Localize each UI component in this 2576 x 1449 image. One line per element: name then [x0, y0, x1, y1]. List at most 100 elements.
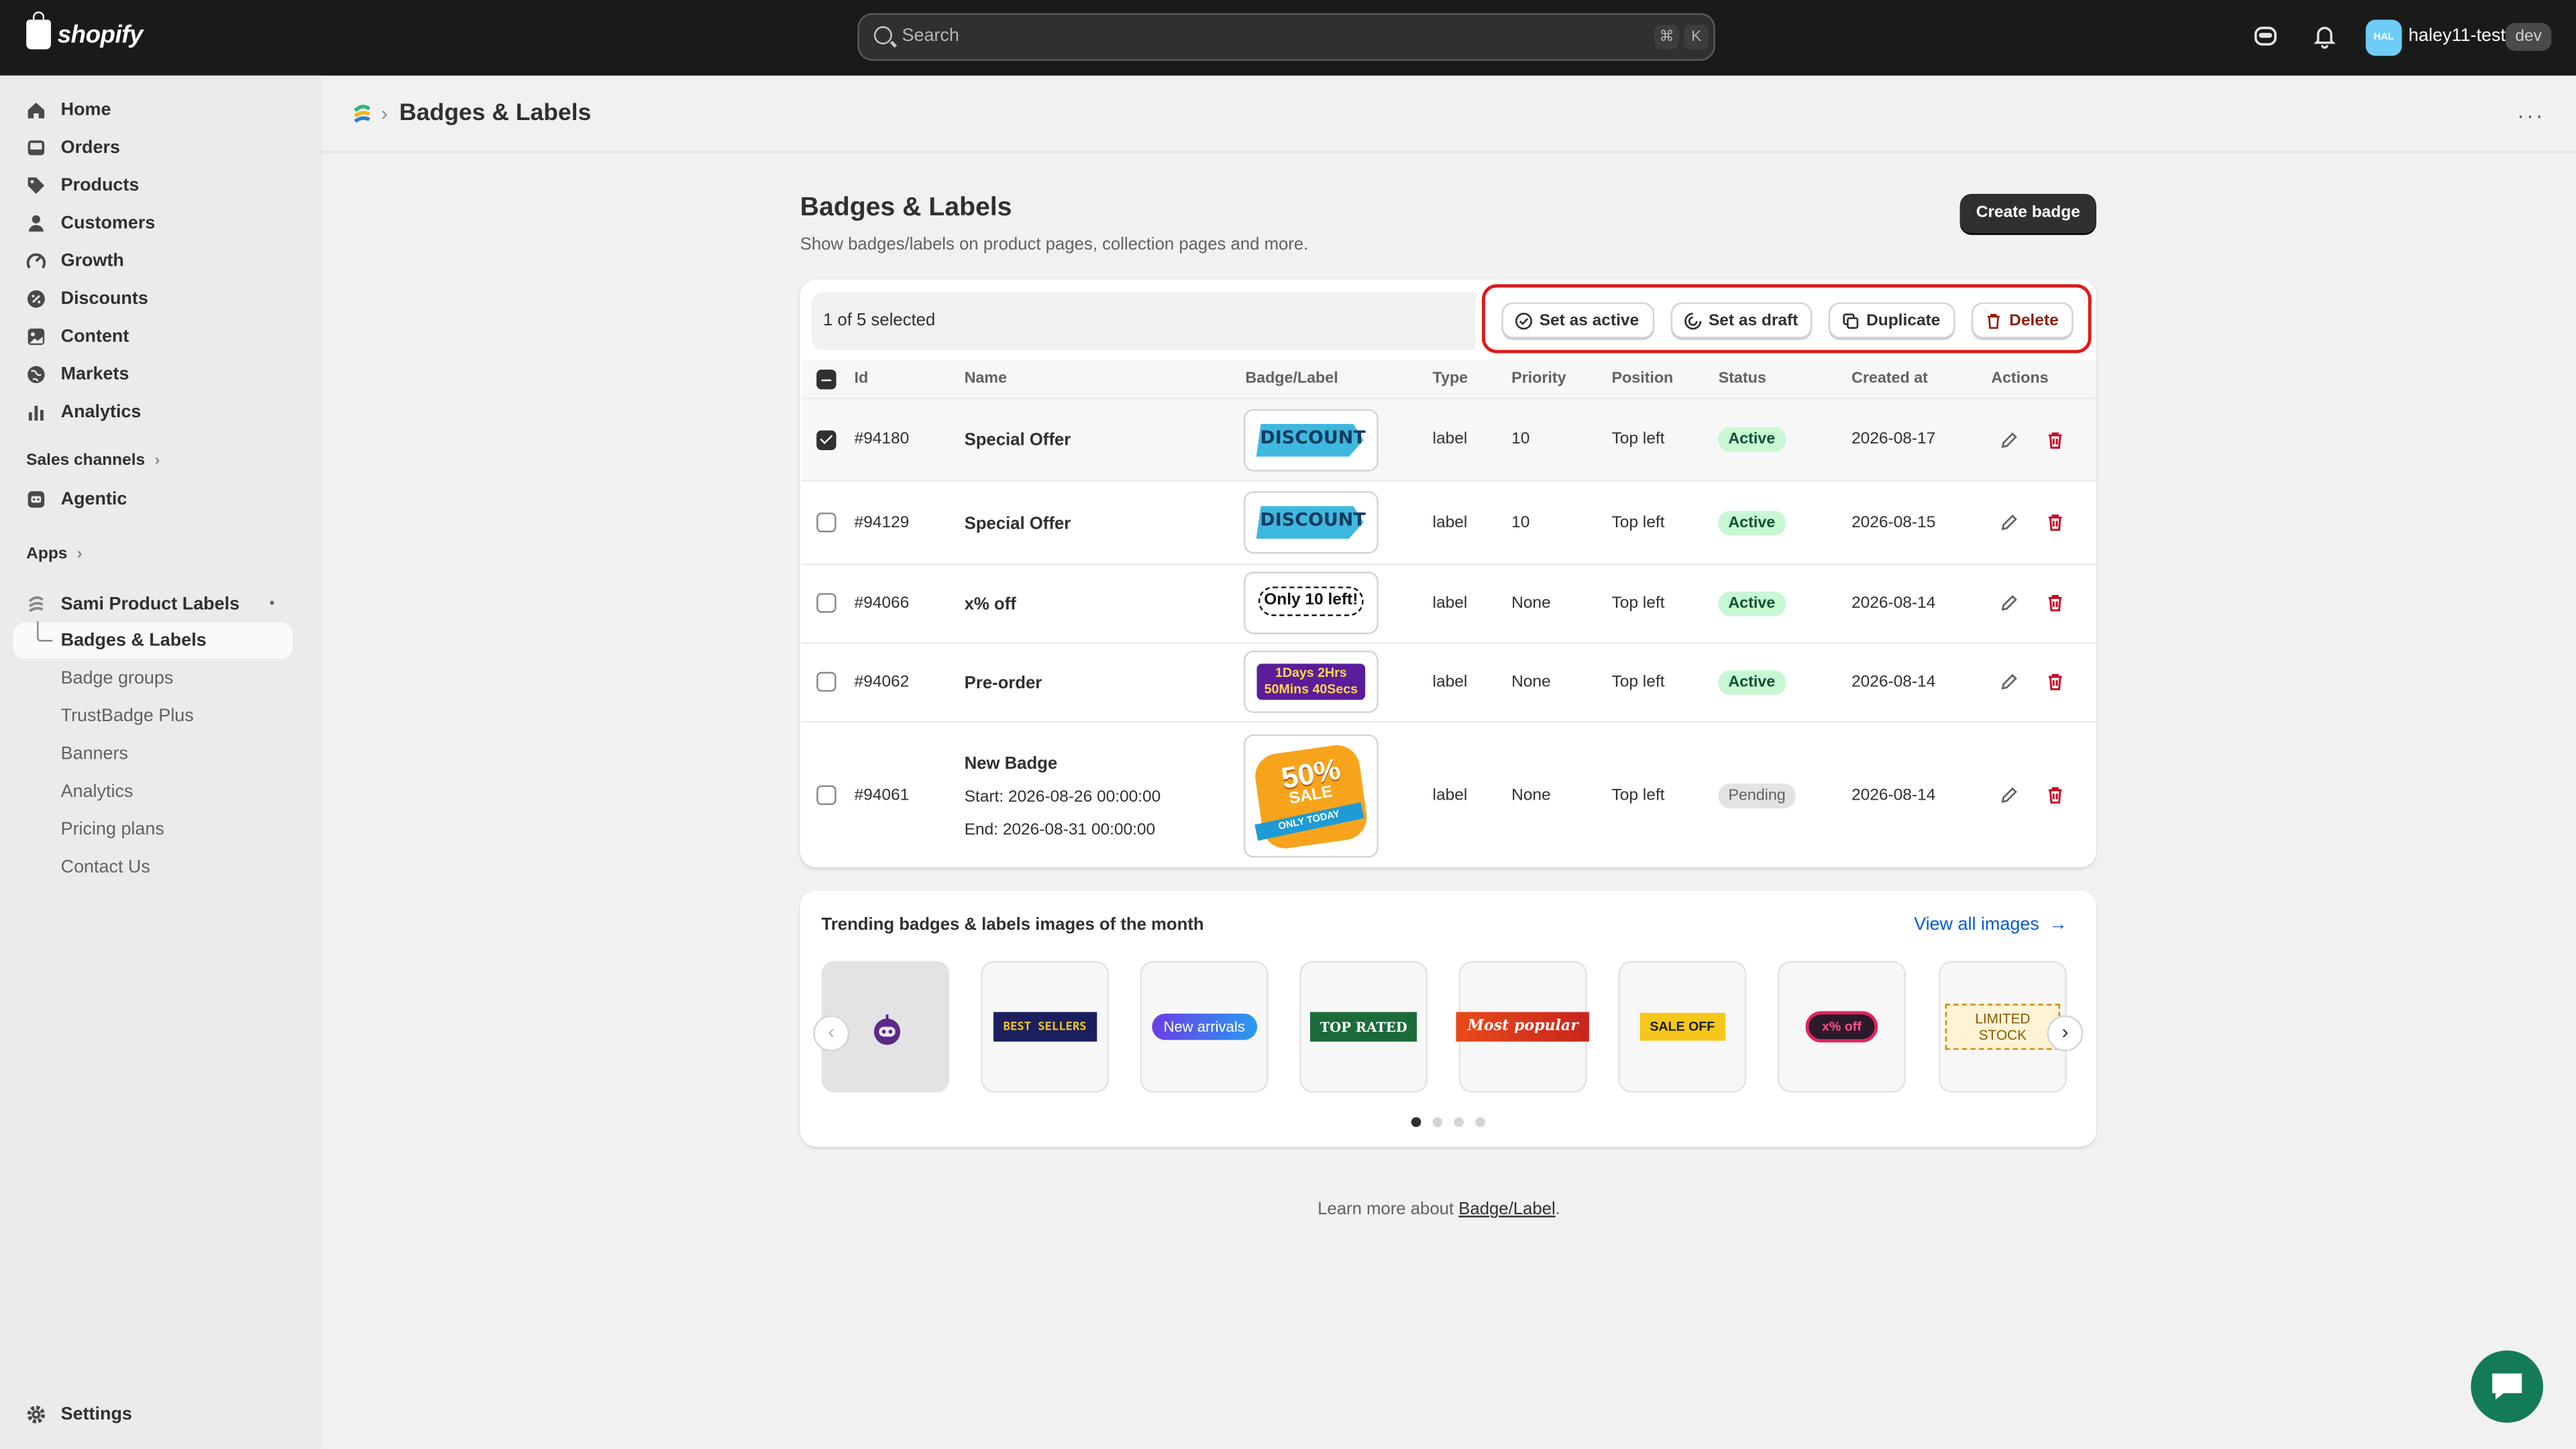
row-position: Top left: [1611, 430, 1665, 449]
row-name[interactable]: Pre-order: [965, 674, 1042, 693]
trash-icon[interactable]: [2045, 786, 2065, 805]
sidebar-item-label: Discounts: [60, 289, 148, 309]
agentic-icon: [28, 491, 45, 508]
trending-tile[interactable]: x% off: [1777, 961, 1906, 1093]
sidebar-subitem-analytics[interactable]: Analytics: [61, 782, 133, 802]
sidebar-subitem-pricing-plans[interactable]: Pricing plans: [61, 820, 164, 839]
person-icon: [28, 215, 44, 232]
column-header-position[interactable]: Position: [1611, 370, 1673, 388]
column-header-priority[interactable]: Priority: [1511, 370, 1566, 388]
sidebar-subitem-badge-groups[interactable]: Badge groups: [61, 669, 174, 688]
trending-tile[interactable]: SALE OFF: [1618, 961, 1747, 1093]
carousel-prev-button[interactable]: ‹: [813, 1015, 850, 1052]
carousel-next-button[interactable]: ›: [2047, 1015, 2084, 1052]
sidebar-item-label: Analytics: [60, 402, 142, 423]
sidebar-item-analytics[interactable]: Analytics: [26, 396, 141, 429]
trending-tile[interactable]: TOP RATED: [1299, 961, 1428, 1093]
row-checkbox[interactable]: [816, 430, 837, 451]
apps-heading[interactable]: Apps ›: [26, 545, 83, 564]
row-id: #94129: [854, 514, 910, 533]
row-divider: [802, 564, 2096, 566]
tile-badge-text: BEST SELLERS: [993, 1012, 1097, 1042]
set-draft-label: Set as draft: [1708, 311, 1799, 330]
view-all-images-link[interactable]: View all images →: [1914, 915, 2067, 934]
edit-pencil-icon[interactable]: [1999, 513, 2019, 532]
column-header-name[interactable]: Name: [965, 370, 1007, 388]
row-checkbox[interactable]: [816, 785, 837, 806]
edit-pencil-icon[interactable]: [1999, 593, 2019, 612]
sidebar-item-label: Customers: [60, 213, 156, 233]
carousel-dot[interactable]: [1454, 1117, 1464, 1128]
sidebar-item-markets[interactable]: Markets: [26, 358, 129, 391]
column-header-id[interactable]: Id: [854, 370, 868, 388]
sidebar-item-label: Markets: [60, 364, 129, 385]
badge-label-link[interactable]: Badge/Label: [1458, 1199, 1555, 1219]
chevron-right-icon: ›: [76, 545, 83, 564]
trending-tile[interactable]: BEST SELLERS: [981, 961, 1110, 1093]
search-bar[interactable]: Search ⌘ K: [857, 13, 1715, 61]
sidebar: [0, 75, 323, 1449]
selection-count: 1 of 5 selected: [822, 310, 936, 331]
row-checkbox[interactable]: [816, 593, 837, 613]
duplicate-label: Duplicate: [1866, 311, 1941, 330]
carousel-dot[interactable]: [1432, 1117, 1443, 1128]
sidebar-item-orders[interactable]: Orders: [26, 131, 120, 164]
carousel-dot-active[interactable]: [1411, 1117, 1421, 1128]
sales-channels-heading[interactable]: Sales channels ›: [26, 451, 160, 470]
shopify-logo[interactable]: shopify: [26, 11, 143, 50]
store-name[interactable]: haley11-test: [2408, 26, 2506, 46]
chat-button[interactable]: [2471, 1350, 2544, 1423]
row-name[interactable]: x% off: [965, 595, 1016, 614]
row-checkbox[interactable]: [816, 513, 837, 533]
select-all-checkbox[interactable]: [816, 370, 837, 390]
tile-badge-text: LIMITED STOCK: [1945, 1004, 2061, 1050]
trending-tile[interactable]: Most popular: [1456, 961, 1590, 1093]
tile-badge-text: TOP RATED: [1309, 1012, 1417, 1042]
row-checkbox[interactable]: [816, 672, 837, 692]
duplicate-button[interactable]: Duplicate: [1828, 302, 1955, 339]
set-active-button[interactable]: Set as active: [1501, 302, 1655, 339]
sidebar-item-home[interactable]: Home: [26, 94, 111, 127]
sidebar-item-app[interactable]: Sami Product Labels: [26, 588, 239, 621]
trending-tile[interactable]: New arrivals: [1140, 961, 1269, 1093]
more-actions-icon[interactable]: ···: [2517, 102, 2545, 128]
set-draft-button[interactable]: Set as draft: [1670, 302, 1813, 339]
status-badge: Active: [1718, 591, 1785, 616]
sidebar-subitem-contact-us[interactable]: Contact Us: [61, 857, 150, 877]
bell-icon[interactable]: [2312, 23, 2338, 49]
row-name[interactable]: New Badge: [965, 754, 1058, 773]
row-name[interactable]: Special Offer: [965, 515, 1071, 534]
sidebar-subitem-badges-labels[interactable]: Badges & Labels: [61, 631, 207, 650]
column-header-type[interactable]: Type: [1433, 370, 1468, 388]
column-header-badge[interactable]: Badge/Label: [1245, 370, 1338, 388]
app-logo-icon[interactable]: [352, 103, 373, 125]
sidebar-subitem-trustbadge-plus[interactable]: TrustBadge Plus: [61, 706, 194, 726]
store-avatar[interactable]: HAL: [2365, 19, 2402, 56]
sidekick-icon[interactable]: [2253, 23, 2279, 49]
column-header-created[interactable]: Created at: [1851, 370, 1928, 388]
status-badge: Active: [1718, 670, 1785, 695]
create-badge-button[interactable]: Create badge: [1960, 193, 2096, 233]
row-name[interactable]: Special Offer: [965, 431, 1071, 450]
carousel-dot[interactable]: [1475, 1117, 1485, 1128]
sidebar-item-content[interactable]: Content: [26, 321, 129, 354]
trash-icon[interactable]: [2045, 513, 2065, 532]
learn-more-suffix: .: [1555, 1199, 1560, 1220]
sidebar-item-growth[interactable]: Growth: [26, 245, 124, 278]
column-header-status[interactable]: Status: [1719, 370, 1766, 388]
edit-pencil-icon[interactable]: [1999, 431, 2019, 450]
sidebar-item-discounts[interactable]: Discounts: [26, 282, 148, 315]
trash-icon[interactable]: [2045, 672, 2065, 692]
sidebar-item-products[interactable]: Products: [26, 169, 139, 202]
sidebar-subitem-banners[interactable]: Banners: [61, 744, 128, 763]
trash-icon[interactable]: [2045, 593, 2065, 612]
trash-icon[interactable]: [2045, 431, 2065, 450]
delete-button[interactable]: Delete: [1971, 302, 2074, 339]
sidebar-item-settings[interactable]: Settings: [26, 1398, 132, 1431]
edit-pencil-icon[interactable]: [1999, 786, 2019, 805]
sidebar-item-agentic[interactable]: Agentic: [26, 483, 127, 516]
edit-pencil-icon[interactable]: [1999, 672, 2019, 692]
page-subtitle: Show badges/labels on product pages, col…: [800, 235, 1309, 255]
sidebar-item-customers[interactable]: Customers: [26, 207, 155, 240]
learn-more-prefix: Learn more about: [1318, 1199, 1459, 1220]
